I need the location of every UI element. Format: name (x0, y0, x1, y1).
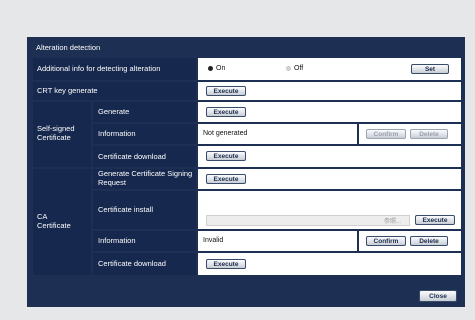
alteration-value-cell: On Off Set (198, 58, 461, 80)
ca-install-execute-button[interactable]: Execute (415, 215, 455, 225)
alteration-label-cell: Additional info for detecting alteration (33, 58, 196, 80)
ca-csr-execute-button[interactable]: Execute (206, 174, 246, 184)
radio-on-label: On (216, 65, 226, 72)
ca-install-value-cell: 参照... Execute (198, 191, 461, 229)
ca-info-label: Information (98, 236, 136, 245)
ss-info-label: Information (98, 129, 136, 138)
ca-download-value-cell: Execute (198, 253, 461, 275)
radio-off[interactable]: Off (286, 65, 303, 72)
ss-generate-label: Generate (98, 107, 130, 116)
ss-download-label-cell: Certificate download (93, 146, 196, 167)
ss-generate-execute-button[interactable]: Execute (206, 107, 246, 117)
ca-confirm-button[interactable]: Confirm (366, 236, 406, 246)
crt-value-cell: Execute (198, 82, 461, 100)
ca-delete-button[interactable]: Delete (410, 236, 448, 246)
ss-info-status: Not generated (203, 130, 248, 137)
ca-csr-label: Generate Certificate Signing Request (98, 169, 193, 187)
ca-download-label: Certificate download (98, 259, 166, 268)
ss-info-actions-cell: Confirm Delete (359, 124, 461, 144)
browse-label[interactable]: 参照... (384, 216, 401, 225)
ss-generate-value-cell: Execute (198, 102, 461, 122)
self-signed-group-cell: Self-signed Certificate (33, 102, 91, 167)
ca-csr-label-cell: Generate Certificate Signing Request (93, 169, 196, 189)
self-signed-group-label: Self-signed Certificate (37, 124, 75, 142)
ss-generate-label-cell: Generate (93, 102, 196, 122)
certificate-file-input[interactable]: 参照... (206, 215, 410, 226)
ca-download-execute-button[interactable]: Execute (206, 259, 246, 269)
ca-download-label-cell: Certificate download (93, 253, 196, 275)
ss-confirm-button[interactable]: Confirm (366, 129, 406, 139)
ss-info-value-cell: Not generated (198, 124, 357, 144)
window-title: Alteration detection (36, 43, 101, 52)
ca-csr-value-cell: Execute (198, 169, 461, 189)
ca-info-status: Invalid (203, 237, 224, 244)
ca-info-label-cell: Information (93, 231, 196, 251)
ss-info-label-cell: Information (93, 124, 196, 144)
ca-group-label: CA Certificate (37, 212, 71, 230)
crt-execute-button[interactable]: Execute (206, 86, 246, 96)
radio-off-dot[interactable] (286, 66, 291, 71)
ca-info-actions-cell: Confirm Delete (359, 231, 461, 251)
ca-install-label-cell: Certificate install (93, 191, 196, 229)
ss-download-label: Certificate download (98, 152, 166, 161)
ca-group-cell: CA Certificate (33, 169, 91, 275)
ss-download-value-cell: Execute (198, 146, 461, 167)
close-button[interactable]: Close (419, 290, 457, 302)
set-button[interactable]: Set (411, 64, 449, 74)
ca-install-label: Certificate install (98, 205, 154, 214)
radio-off-label: Off (294, 65, 304, 72)
crt-label-cell: CRT key generate (33, 82, 196, 100)
radio-on[interactable]: On (208, 65, 225, 72)
ss-delete-button[interactable]: Delete (410, 129, 448, 139)
crt-label: CRT key generate (37, 86, 98, 95)
alteration-label: Additional info for detecting alteration (37, 64, 161, 73)
ss-download-execute-button[interactable]: Execute (206, 151, 246, 161)
radio-on-dot[interactable] (208, 66, 213, 71)
ca-info-value-cell: Invalid (198, 231, 357, 251)
